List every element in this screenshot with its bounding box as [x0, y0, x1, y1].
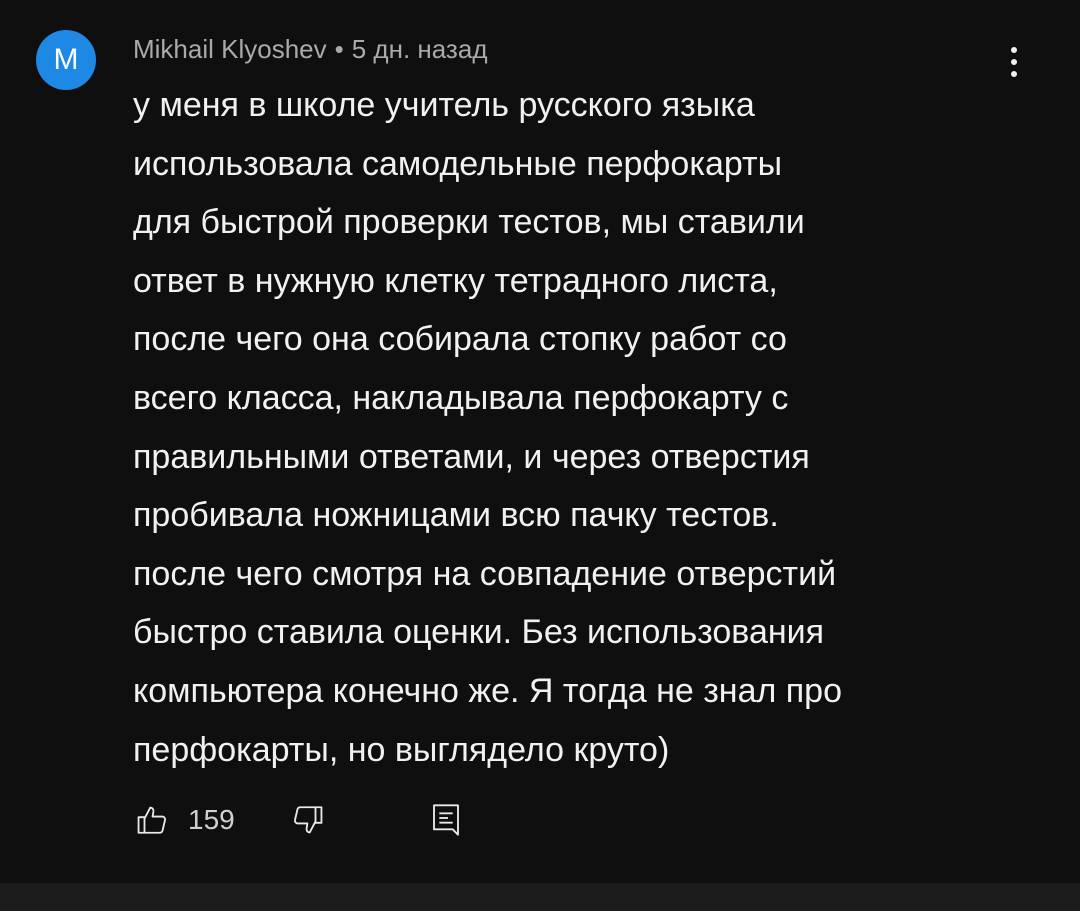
author-name[interactable]: Mikhail Klyoshev: [133, 34, 327, 64]
dislike-button[interactable]: [286, 798, 330, 842]
more-vert-icon-dot: [1011, 59, 1017, 65]
comment-line: компьютера конечно же. Я тогда не знал п…: [133, 671, 842, 710]
comment-action-bar: 159: [130, 792, 530, 848]
comment-line: правильными ответами, и через отверстия: [133, 437, 810, 476]
comment-text: у меня в школе учитель русского языка ис…: [133, 76, 1033, 779]
thumb-down-icon: [293, 806, 323, 834]
comment-line: ответ в нужную клетку тетрадного листа,: [133, 261, 778, 300]
comment-line: всего класса, накладывала перфокарту с: [133, 378, 789, 417]
comment-timestamp[interactable]: 5 дн. назад: [352, 34, 488, 64]
like-count: 159: [188, 804, 235, 835]
comment-line: быстро ставила оценки. Без использования: [133, 613, 825, 652]
meta-separator: •: [334, 34, 344, 64]
comment-header: Mikhail Klyoshev • 5 дн. назад: [133, 34, 488, 64]
reply-comment-icon: [433, 804, 459, 836]
avatar-letter: M: [53, 43, 79, 76]
avatar[interactable]: M: [36, 30, 96, 90]
comment-line: после чего смотря на совпадение отверсти…: [133, 554, 837, 593]
more-vert-icon: [1011, 47, 1017, 53]
reply-button[interactable]: [424, 798, 468, 842]
comment-line: использовала самодельные перфокарты: [133, 144, 783, 183]
thumb-up-icon: [137, 806, 167, 834]
comment-line: для быстрой проверки тестов, мы ставили: [133, 203, 805, 242]
comment-line: после чего она собирала стопку работ со: [133, 320, 787, 359]
comment-line: у меня в школе учитель русского языка: [133, 86, 755, 124]
comment-line: пробивала ножницами всю пачку тестов.: [133, 496, 779, 535]
like-button[interactable]: [130, 798, 174, 842]
comment-line: перфокарты, но выглядело круто): [133, 730, 670, 769]
next-comment-divider: [0, 883, 1080, 911]
